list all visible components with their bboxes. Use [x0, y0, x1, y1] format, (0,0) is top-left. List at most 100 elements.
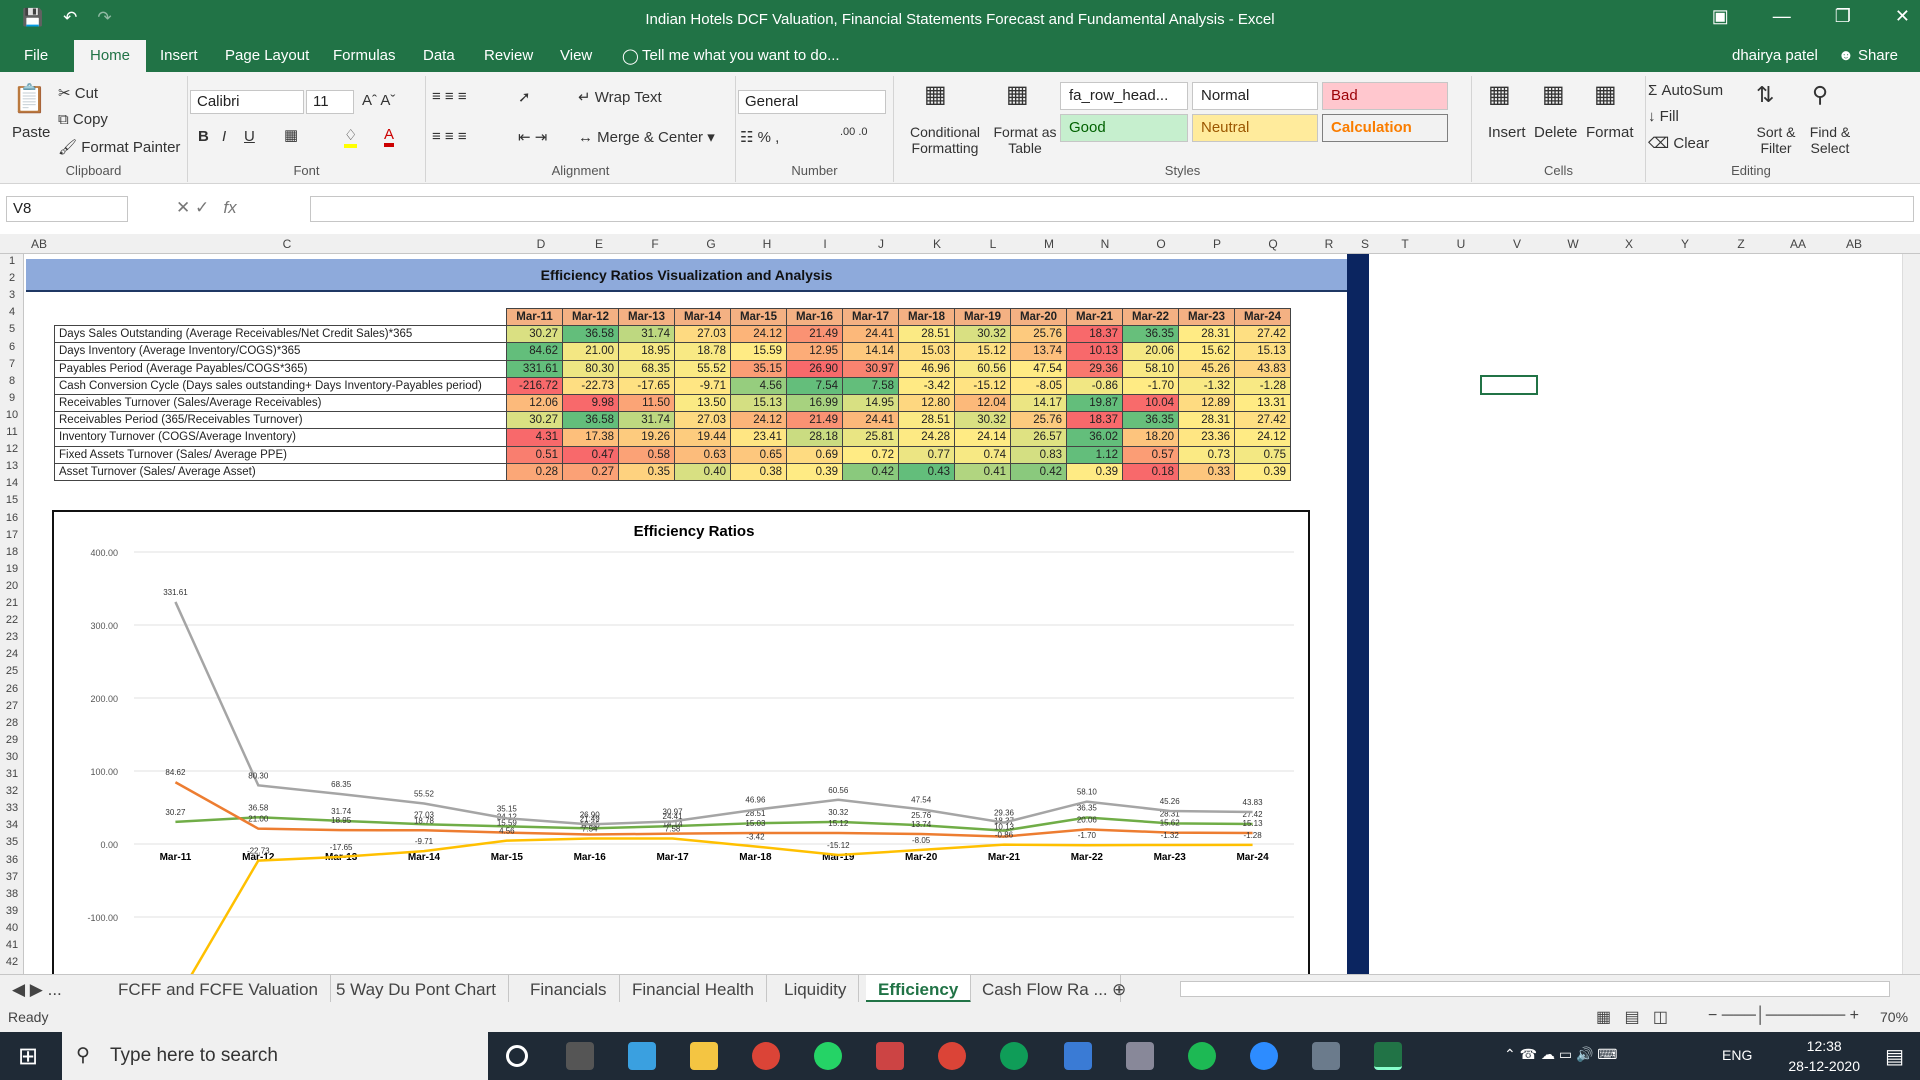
- year-header[interactable]: Mar-15: [730, 307, 787, 327]
- column-header[interactable]: Z: [1734, 237, 1748, 251]
- ratio-cell[interactable]: 0.28: [506, 462, 563, 481]
- ratio-cell[interactable]: 0.39: [786, 462, 843, 481]
- ratio-cell[interactable]: 26.57: [1010, 428, 1067, 447]
- ratio-cell[interactable]: 36.58: [562, 325, 619, 344]
- fill-color-icon[interactable]: ♢: [344, 126, 358, 148]
- ratio-cell[interactable]: 0.63: [674, 445, 731, 464]
- ratio-cell[interactable]: 0.33: [1178, 462, 1235, 481]
- ratio-label[interactable]: Inventory Turnover (COGS/Average Invento…: [54, 428, 507, 447]
- ratio-cell[interactable]: 43.83: [1234, 359, 1291, 378]
- row-header[interactable]: 31: [0, 768, 24, 780]
- column-header[interactable]: AA: [1790, 237, 1806, 251]
- ratio-cell[interactable]: 24.12: [730, 325, 787, 344]
- format-painter-button[interactable]: 🖌 Format Painter: [58, 138, 180, 156]
- efficiency-table[interactable]: Mar-11 Mar-12 Mar-13 Mar-14 Mar-15 Mar-16 Mar-…: [54, 307, 1291, 481]
- column-header[interactable]: AB: [1846, 237, 1862, 251]
- ratio-cell[interactable]: 15.13: [730, 393, 787, 413]
- row-header[interactable]: 25: [0, 665, 24, 677]
- ratio-cell[interactable]: 0.73: [1178, 445, 1235, 464]
- format-cells-button[interactable]: Format: [1586, 124, 1634, 141]
- clock[interactable]: 12:38 28-12-2020: [1788, 1036, 1860, 1076]
- fx-icon[interactable]: ✕ ✓ fx: [176, 198, 237, 218]
- tab-formulas[interactable]: Formulas: [333, 47, 396, 64]
- column-header[interactable]: Q: [1266, 237, 1280, 251]
- cut-button[interactable]: ✂ Cut: [58, 84, 98, 102]
- ratio-cell[interactable]: 0.27: [562, 462, 619, 481]
- row-header[interactable]: 4: [0, 306, 24, 318]
- tab-insert[interactable]: Insert: [160, 47, 198, 64]
- year-header[interactable]: Mar-12: [562, 307, 619, 327]
- column-header[interactable]: P: [1210, 237, 1224, 251]
- view-mode-icons[interactable]: ▦ ▤ ◫: [1596, 1007, 1668, 1027]
- ratio-cell[interactable]: 0.43: [898, 462, 955, 481]
- close-button[interactable]: ✕: [1895, 6, 1910, 27]
- ratio-cell[interactable]: 35.15: [730, 359, 787, 378]
- format-as-table-button[interactable]: Format as Table: [990, 124, 1060, 156]
- year-header[interactable]: Mar-23: [1178, 307, 1235, 327]
- column-header[interactable]: B: [36, 237, 50, 251]
- column-header[interactable]: H: [760, 237, 774, 251]
- row-header[interactable]: 2: [0, 272, 24, 284]
- efficiency-chart[interactable]: Efficiency Ratios 400.00 300.00 200.00 100.0…: [52, 510, 1310, 974]
- ratio-cell[interactable]: 0.57: [1122, 445, 1179, 464]
- network-app-icon[interactable]: [1312, 1042, 1340, 1070]
- year-header[interactable]: Mar-18: [898, 307, 955, 327]
- font-name-select[interactable]: Calibri: [190, 90, 304, 114]
- ratio-cell[interactable]: 26.90: [786, 359, 843, 378]
- ratio-cell[interactable]: 14.95: [842, 393, 899, 413]
- minimize-button[interactable]: —: [1773, 6, 1791, 27]
- column-header[interactable]: G: [704, 237, 718, 251]
- column-header[interactable]: F: [648, 237, 662, 251]
- row-header[interactable]: 8: [0, 375, 24, 387]
- ratio-cell[interactable]: 15.13: [1234, 342, 1291, 361]
- maximize-button[interactable]: ❐: [1835, 6, 1851, 27]
- font-size-select[interactable]: 11: [306, 90, 354, 114]
- row-header[interactable]: 39: [0, 905, 24, 917]
- ratio-cell[interactable]: 18.37: [1066, 411, 1123, 430]
- ratio-cell[interactable]: 23.36: [1178, 428, 1235, 447]
- ratio-cell[interactable]: 30.32: [954, 411, 1011, 430]
- ratio-cell[interactable]: 36.35: [1122, 411, 1179, 430]
- ribbon-display-icon[interactable]: ▣: [1712, 6, 1729, 27]
- ratio-cell[interactable]: 46.96: [898, 359, 955, 378]
- ratio-cell[interactable]: 0.51: [506, 445, 563, 464]
- ratio-cell[interactable]: 60.56: [954, 359, 1011, 378]
- ratio-cell[interactable]: 47.54: [1010, 359, 1067, 378]
- ratio-cell[interactable]: 12.95: [786, 342, 843, 361]
- ratio-cell[interactable]: 0.74: [954, 445, 1011, 464]
- format-as-table-icon[interactable]: ▦: [1006, 80, 1029, 109]
- ratio-cell[interactable]: 21.49: [786, 325, 843, 344]
- column-header[interactable]: N: [1098, 237, 1112, 251]
- row-header[interactable]: 23: [0, 631, 24, 643]
- ratio-cell[interactable]: 10.13: [1066, 342, 1123, 361]
- row-header[interactable]: 42: [0, 956, 24, 968]
- ratio-cell[interactable]: 14.17: [1010, 393, 1067, 413]
- formula-input[interactable]: [310, 196, 1914, 222]
- row-header[interactable]: 22: [0, 614, 24, 626]
- underline-icon[interactable]: U: [244, 128, 255, 145]
- indent-icon[interactable]: ⇤ ⇥: [518, 128, 547, 146]
- ratio-cell[interactable]: 1.12: [1066, 445, 1123, 464]
- row-header[interactable]: 27: [0, 700, 24, 712]
- tab-review[interactable]: Review: [484, 47, 533, 64]
- ratio-cell[interactable]: -15.12: [954, 376, 1011, 395]
- year-header[interactable]: Mar-14: [674, 307, 731, 327]
- year-header[interactable]: Mar-17: [842, 307, 899, 327]
- ratio-cell[interactable]: 15.12: [954, 342, 1011, 361]
- column-header[interactable]: X: [1622, 237, 1636, 251]
- sheet-tab-more[interactable]: ...: [48, 980, 62, 999]
- column-header[interactable]: R: [1322, 237, 1336, 251]
- ratio-label[interactable]: Fixed Assets Turnover (Sales/ Average PP…: [54, 445, 507, 464]
- column-header[interactable]: J: [874, 237, 888, 251]
- row-header[interactable]: 20: [0, 580, 24, 592]
- ratio-cell[interactable]: 331.61: [506, 359, 563, 378]
- row-header[interactable]: 18: [0, 546, 24, 558]
- system-tray-icons[interactable]: ⌃ ☎ ☁ ▭ 🔊 ⌨: [1504, 1046, 1617, 1063]
- ratio-cell[interactable]: 0.58: [618, 445, 675, 464]
- bold-icon[interactable]: B: [198, 128, 209, 145]
- row-header[interactable]: 40: [0, 922, 24, 934]
- row-header[interactable]: 10: [0, 409, 24, 421]
- ratio-cell[interactable]: 12.89: [1178, 393, 1235, 413]
- row-header[interactable]: 28: [0, 717, 24, 729]
- ratio-cell[interactable]: 0.65: [730, 445, 787, 464]
